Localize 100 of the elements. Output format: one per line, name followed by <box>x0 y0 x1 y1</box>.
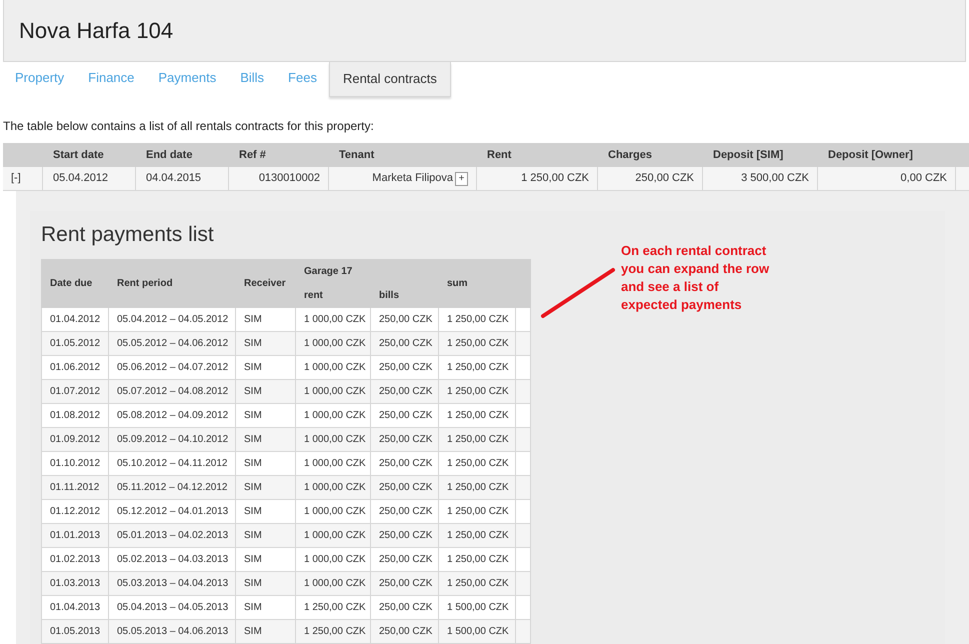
table-cell: 05.12.2012 – 04.01.2013 <box>108 500 235 523</box>
table-cell: SIM <box>235 356 295 379</box>
table-cell: 1 250,00 CZK <box>438 332 515 355</box>
table-cell: SIM <box>235 428 295 451</box>
table-cell: SIM <box>235 572 295 595</box>
table-cell: 05.05.2012 – 04.06.2012 <box>108 332 235 355</box>
table-cell: SIM <box>235 476 295 499</box>
table-cell: 250,00 CZK <box>370 404 438 427</box>
table-cell: 1 250,00 CZK <box>438 572 515 595</box>
table-cell: SIM <box>235 332 295 355</box>
column-header: Rent period <box>116 277 174 291</box>
table-cell: 01.01.2013 <box>41 524 108 547</box>
table-cell: 1 250,00 CZK <box>438 548 515 571</box>
table-cell: 250,00 CZK <box>598 167 703 190</box>
table-cell: 250,00 CZK <box>370 332 438 355</box>
table-cell: 1 000,00 CZK <box>295 572 370 595</box>
table-cell: 250,00 CZK <box>370 308 438 331</box>
table-cell: 01.07.2012 <box>41 380 108 403</box>
column-header: Ref # <box>238 148 267 163</box>
expand-toggle[interactable]: [-] <box>11 170 21 187</box>
table-cell: 01.10.2012 <box>41 452 108 475</box>
table-cell: 01.11.2012 <box>41 476 108 499</box>
tab[interactable]: Property <box>3 62 76 92</box>
column-header: bills <box>378 289 400 303</box>
table-cell: 1 250,00 CZK <box>438 476 515 499</box>
table-cell: 05.02.2013 – 04.03.2013 <box>108 548 235 571</box>
table-cell: 250,00 CZK <box>370 572 438 595</box>
page-title: Nova Harfa 104 <box>19 17 174 45</box>
table-cell: 05.03.2013 – 04.04.2013 <box>108 572 235 595</box>
table-cell: 1 000,00 CZK <box>295 380 370 403</box>
table-cell: 1 000,00 CZK <box>295 428 370 451</box>
column-header: Date due <box>49 277 94 291</box>
table-cell: 1 250,00 CZK <box>438 524 515 547</box>
table-cell: SIM <box>235 380 295 403</box>
table-cell: 1 000,00 CZK <box>295 332 370 355</box>
tab[interactable]: Fees <box>276 62 329 92</box>
table-cell: 05.09.2012 – 04.10.2012 <box>108 428 235 451</box>
column-header: rent <box>303 289 324 303</box>
table-cell: 250,00 CZK <box>370 356 438 379</box>
table-cell: 250,00 CZK <box>370 524 438 547</box>
table-cell: 1 250,00 CZK <box>477 167 598 190</box>
table-cell: 1 250,00 CZK <box>295 596 370 619</box>
table-cell: 1 250,00 CZK <box>438 452 515 475</box>
table-cell: 01.04.2013 <box>41 596 108 619</box>
table-cell: 1 250,00 CZK <box>295 620 370 643</box>
table-cell: 250,00 CZK <box>370 452 438 475</box>
add-button[interactable]: + <box>455 172 468 186</box>
table-cell: 250,00 CZK <box>370 548 438 571</box>
annotation-text: On each rental contract you can expand the row and see a list of expected payments <box>621 242 770 314</box>
table-cell: 1 000,00 CZK <box>295 452 370 475</box>
table-cell: 250,00 CZK <box>370 380 438 403</box>
table-cell: SIM <box>235 524 295 547</box>
table-cell: 01.12.2012 <box>41 500 108 523</box>
table-cell: SIM <box>235 500 295 523</box>
table-cell: 01.05.2013 <box>41 620 108 643</box>
column-header: Deposit [Owner] <box>827 148 914 163</box>
column-header: Start date <box>52 148 105 163</box>
table-cell: 0130010002 <box>229 167 329 190</box>
table-cell: 1 000,00 CZK <box>295 308 370 331</box>
table-cell: 1 000,00 CZK <box>295 404 370 427</box>
table-cell: SIM <box>235 452 295 475</box>
table-cell: 1 250,00 CZK <box>438 356 515 379</box>
column-header: sum <box>446 277 469 291</box>
tab[interactable]: Payments <box>146 62 228 92</box>
table-cell: SIM <box>235 596 295 619</box>
table-cell: 1 250,00 CZK <box>438 428 515 451</box>
table-cell: 1 250,00 CZK <box>438 500 515 523</box>
table-cell: 01.06.2012 <box>41 356 108 379</box>
table-cell: 05.07.2012 – 04.08.2012 <box>108 380 235 403</box>
tab[interactable]: Finance <box>76 62 146 92</box>
table-cell: 1 000,00 CZK <box>295 524 370 547</box>
table-cell: 1 000,00 CZK <box>295 548 370 571</box>
column-header: Deposit [SIM] <box>712 148 784 163</box>
table-cell: 01.09.2012 <box>41 428 108 451</box>
column-header: End date <box>145 148 194 163</box>
section-title: Rent payments list <box>41 222 215 248</box>
table-cell: 1 250,00 CZK <box>438 380 515 403</box>
table-cell: 01.04.2012 <box>41 308 108 331</box>
tenant-name: Marketa Filipova <box>372 171 453 186</box>
table-cell: 05.06.2012 – 04.07.2012 <box>108 356 235 379</box>
table-cell: 01.08.2012 <box>41 404 108 427</box>
table-cell: 3 500,00 CZK <box>703 167 818 190</box>
table-cell: 05.04.2012 – 04.05.2012 <box>108 308 235 331</box>
tab[interactable]: Rental contracts <box>328 62 451 97</box>
table-cell: 05.11.2012 – 04.12.2012 <box>108 476 235 499</box>
table-cell: SIM <box>235 548 295 571</box>
column-header: Tenant <box>338 148 376 163</box>
table-cell: 01.02.2013 <box>41 548 108 571</box>
table-cell: 0,00 CZK <box>818 167 956 190</box>
table-cell: 250,00 CZK <box>370 476 438 499</box>
table-cell: 250,00 CZK <box>370 428 438 451</box>
table-cell: SIM <box>235 620 295 643</box>
table-cell: 1 000,00 CZK <box>295 476 370 499</box>
table-cell: 01.05.2012 <box>41 332 108 355</box>
table-cell: 1 000,00 CZK <box>295 500 370 523</box>
table-cell: SIM <box>235 308 295 331</box>
table-cell: 05.10.2012 – 04.11.2012 <box>108 452 235 475</box>
tab[interactable]: Bills <box>228 62 276 92</box>
column-header: Charges <box>607 148 654 163</box>
table-cell: 05.01.2013 – 04.02.2013 <box>108 524 235 547</box>
